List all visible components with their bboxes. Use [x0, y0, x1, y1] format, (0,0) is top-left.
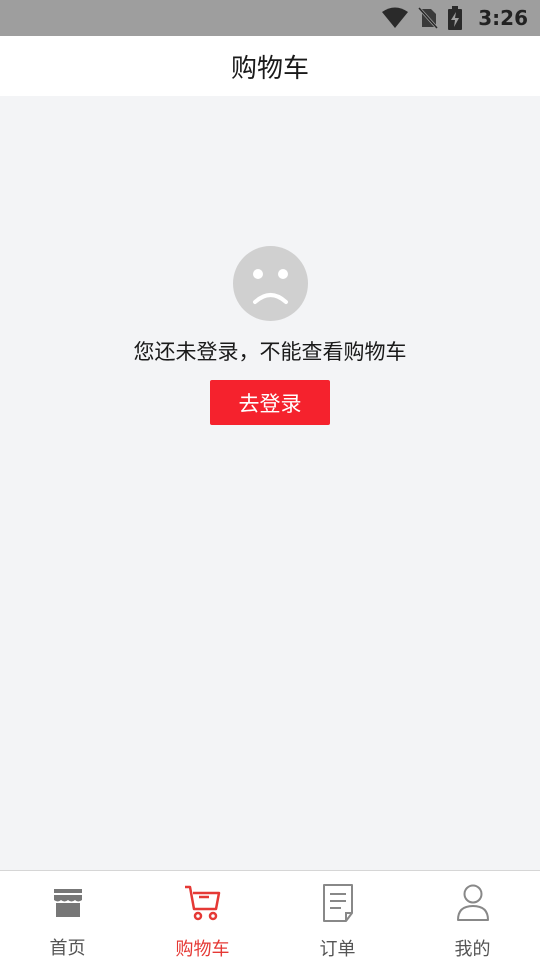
sad-face-icon: [233, 246, 308, 321]
tab-label: 订单: [319, 939, 356, 960]
order-list-icon: [318, 883, 358, 923]
wifi-icon: [382, 7, 409, 29]
status-time: 3:26: [478, 6, 528, 30]
login-required-message: 您还未登录，不能查看购物车: [133, 340, 407, 364]
battery-charging-icon: [448, 6, 463, 30]
tab-bar: 首页 购物车 订单 我的: [0, 870, 540, 960]
tab-label: 首页: [49, 938, 86, 959]
tab-cart[interactable]: 购物车: [135, 871, 270, 960]
login-button[interactable]: 去登录: [210, 380, 330, 425]
status-bar: 3:26: [0, 0, 540, 36]
no-sim-icon: [418, 7, 439, 29]
cart-icon: [183, 883, 223, 923]
tab-label: 我的: [454, 939, 491, 960]
cart-content: 您还未登录，不能查看购物车 去登录: [0, 96, 540, 870]
store-icon: [48, 883, 88, 922]
page-title: 购物车: [230, 53, 309, 84]
header: 购物车: [0, 36, 540, 96]
user-icon: [453, 883, 493, 923]
tab-profile[interactable]: 我的: [405, 871, 540, 960]
tab-home[interactable]: 首页: [0, 871, 135, 960]
tab-label: 购物车: [175, 939, 230, 960]
tab-orders[interactable]: 订单: [270, 871, 405, 960]
